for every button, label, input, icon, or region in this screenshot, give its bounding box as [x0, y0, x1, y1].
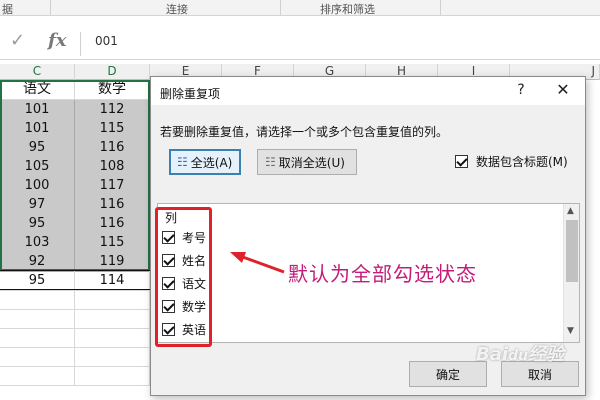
columns-list-title: 列: [165, 211, 178, 225]
list-item[interactable]: 姓名: [162, 250, 206, 270]
ribbon-group-sort-filter-label: 排序和筛选: [320, 3, 375, 16]
cancel-label: 取消: [527, 367, 552, 382]
help-icon[interactable]: ?: [513, 82, 529, 98]
list-item[interactable]: 数学: [162, 296, 206, 316]
table-cell[interactable]: 114: [75, 271, 150, 291]
dialog-title: 删除重复项: [160, 87, 221, 101]
column-checkbox[interactable]: [162, 299, 175, 313]
table-cell[interactable]: 119: [75, 252, 150, 272]
table-cell[interactable]: 105: [0, 157, 75, 177]
cell-header-math[interactable]: 数学: [75, 80, 150, 100]
table-cell[interactable]: 100: [0, 176, 75, 196]
empty-cell[interactable]: [0, 328, 75, 348]
watermark-logo: Baidu经验: [476, 344, 565, 365]
column-header-c[interactable]: C: [0, 64, 75, 80]
ok-label: 确定: [435, 367, 460, 382]
column-label: 语文: [182, 276, 207, 291]
scroll-up-icon[interactable]: ▲: [567, 206, 574, 216]
empty-cell[interactable]: [0, 290, 75, 310]
cell-header-chinese[interactable]: 语文: [0, 80, 75, 100]
table-cell[interactable]: 116: [75, 195, 150, 215]
list-item[interactable]: 考号: [162, 227, 206, 247]
list-item[interactable]: 英语: [162, 319, 206, 339]
headers-checkbox-box[interactable]: [455, 155, 468, 168]
select-all-label: 全选(A): [190, 155, 233, 170]
empty-cell[interactable]: [0, 309, 75, 329]
ribbon-group-data-label: 据: [2, 3, 13, 16]
table-cell[interactable]: 95: [0, 138, 75, 158]
empty-cell[interactable]: [0, 366, 75, 386]
headers-checkbox[interactable]: 数据包含标题(M): [455, 153, 568, 170]
empty-cell[interactable]: [75, 347, 150, 367]
empty-cell[interactable]: [75, 328, 150, 348]
table-cell[interactable]: 115: [75, 233, 150, 253]
column-label: 考号: [182, 230, 207, 245]
dialog-titlebar[interactable]: 删除重复项 ? ✕: [151, 77, 585, 105]
formula-bar: ✓ fx 001: [0, 22, 600, 60]
table-cell[interactable]: 116: [75, 138, 150, 158]
column-header-d[interactable]: D: [75, 64, 150, 80]
ribbon-separator: [280, 0, 281, 15]
column-label: 姓名: [182, 253, 207, 268]
checkmark-icon[interactable]: ✓: [10, 30, 25, 51]
table-cell[interactable]: 117: [75, 176, 150, 196]
column-checkbox[interactable]: [162, 253, 175, 267]
ribbon-separator: [50, 0, 51, 15]
select-all-button[interactable]: ☷ 全选(A): [169, 149, 241, 175]
ribbon-separator: [440, 0, 441, 15]
empty-cell[interactable]: [75, 309, 150, 329]
column-label: 英语: [182, 322, 207, 337]
column-checkbox[interactable]: [162, 276, 175, 290]
column-checkbox[interactable]: [162, 322, 175, 336]
empty-cell[interactable]: [75, 366, 150, 386]
scroll-thumb[interactable]: [566, 220, 578, 282]
empty-cell[interactable]: [75, 290, 150, 310]
close-icon[interactable]: ✕: [553, 80, 573, 99]
table-cell[interactable]: 92: [0, 252, 75, 272]
formula-input[interactable]: 001: [95, 34, 118, 48]
list-scrollbar[interactable]: ▲ ▼: [563, 204, 579, 342]
table-cell[interactable]: 95: [0, 214, 75, 234]
dialog-instruction: 若要删除重复值，请选择一个或多个包含重复值的列。: [160, 125, 449, 139]
unselect-all-label: 取消全选(U): [278, 155, 345, 170]
empty-cell[interactable]: [0, 347, 75, 367]
annotation-text: 默认为全部勾选状态: [288, 262, 477, 286]
formula-divider: [80, 32, 81, 56]
table-cell[interactable]: 112: [75, 100, 150, 120]
scroll-down-icon[interactable]: ▼: [567, 326, 574, 336]
unselect-all-icon: ☷: [265, 155, 276, 169]
ribbon-group-labels: 据 连接 排序和筛选: [0, 0, 600, 16]
column-label: 数学: [182, 299, 207, 314]
table-cell[interactable]: 101: [0, 119, 75, 139]
table-cell[interactable]: 115: [75, 119, 150, 139]
table-cell[interactable]: 95: [0, 271, 75, 291]
table-cell[interactable]: 97: [0, 195, 75, 215]
insert-function-icon[interactable]: fx: [48, 30, 66, 51]
table-cell[interactable]: 101: [0, 100, 75, 120]
select-all-icon: ☷: [177, 155, 188, 169]
ribbon-group-connections-label: 连接: [166, 3, 188, 16]
table-cell[interactable]: 116: [75, 214, 150, 234]
table-cell[interactable]: 108: [75, 157, 150, 177]
column-checkbox[interactable]: [162, 230, 175, 244]
headers-checkbox-label: 数据包含标题(M): [476, 155, 568, 169]
unselect-all-button[interactable]: ☷ 取消全选(U): [257, 149, 357, 175]
table-cell[interactable]: 103: [0, 233, 75, 253]
list-item[interactable]: 语文: [162, 273, 206, 293]
formula-buttons: ✓ fx: [0, 28, 82, 56]
